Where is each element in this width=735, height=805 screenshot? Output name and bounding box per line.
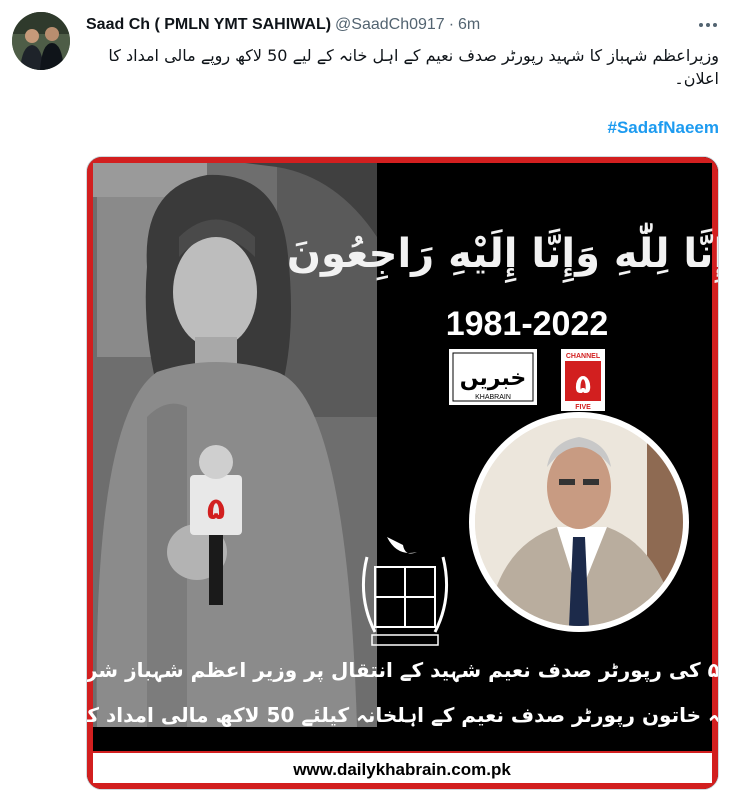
author-avatar[interactable] [12,12,70,70]
svg-text:خبریں: خبریں [460,366,527,391]
svg-text:KHABRAIN: KHABRAIN [475,394,511,401]
more-dots-icon [699,23,717,27]
author-handle[interactable]: @SaadCh0917 [335,16,445,34]
calligraphy-text: إِنَّا لِلّٰهِ وَإِنَّا إِلَيْهِ رَاجِعُ… [287,222,718,284]
separator-dot: · [448,16,455,33]
years-text: 1981-2022 [446,305,609,343]
media-poster: إِنَّا لِلّٰهِ وَإِنَّا إِلَيْهِ رَاجِعُ… [87,157,718,789]
khabrain-logo: خبریں KHABRAIN [449,349,537,405]
author-name[interactable]: Saad Ch ( PMLN YMT SAHIWAL) [86,16,331,34]
hashtag-link[interactable]: #SadafNaeem [607,118,719,138]
tweet-header: Saad Ch ( PMLN YMT SAHIWAL) @SaadCh0917 … [86,14,695,36]
caption-line-1: چینل ۵ کی رپورٹر صدف نعیم شہید کے انتقال… [87,658,718,683]
svg-text:FIVE: FIVE [575,404,591,411]
avatar-image [12,12,70,70]
svg-text:CHANNEL: CHANNEL [566,353,601,360]
tweet-text: وزیراعظم شہباز کا شہید رپورٹر صدف نعیم ک… [108,46,719,88]
channel-five-logo: CHANNEL ۵ FIVE [561,349,605,411]
mic-flag-logo: ۵ [207,492,225,527]
tweet-timestamp[interactable]: 6m [458,16,480,34]
caption-line-2: مرحومہ خاتون رپورٹر صدف نعیم کے اہلخانہ … [87,703,718,728]
svg-text:۵: ۵ [575,370,591,400]
tweet-media-image[interactable]: إِنَّا لِلّٰهِ وَإِنَّا إِلَيْهِ رَاجِعُ… [86,156,719,790]
more-icon[interactable] [695,14,721,36]
tweet[interactable]: Saad Ch ( PMLN YMT SAHIWAL) @SaadCh0917 … [0,0,735,805]
footer-url: www.dailykhabrain.com.pk [292,760,511,779]
prime-minister-photo [469,412,689,632]
